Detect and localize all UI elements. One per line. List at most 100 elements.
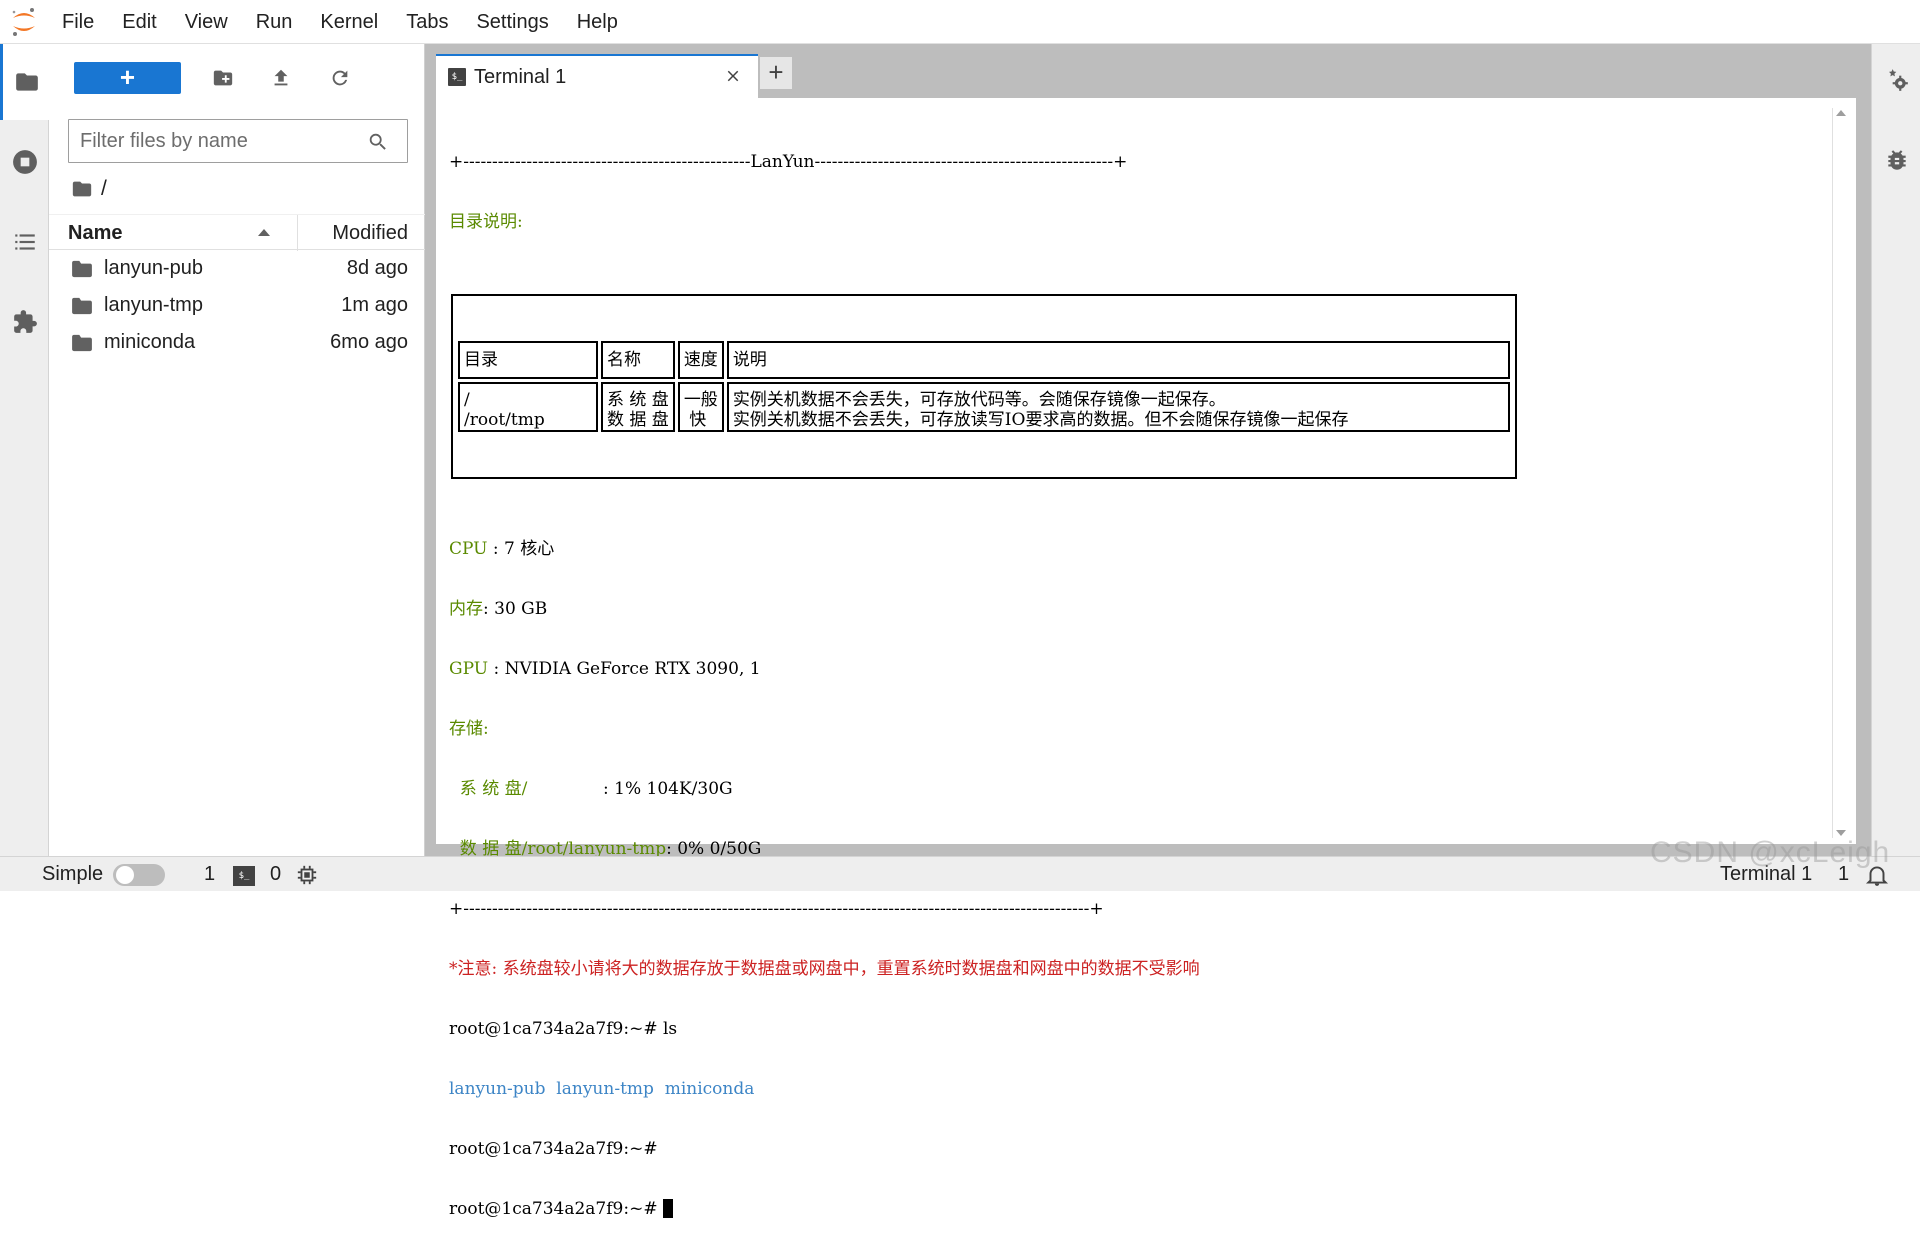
memory-line: 内存: 30 GB [449, 599, 1517, 619]
table-of-contents-tab-button[interactable] [0, 204, 49, 280]
file-list-header: Name Modified [49, 214, 425, 251]
property-inspector-icon [1888, 69, 1908, 91]
jupyter-logo-icon[interactable] [0, 0, 48, 44]
right-sidebar [1871, 44, 1920, 856]
file-row-miniconda[interactable]: miniconda 6mo ago [49, 325, 425, 362]
close-icon[interactable] [724, 67, 742, 85]
tab-bar: $_ Terminal 1 + [425, 44, 1871, 98]
refresh-button[interactable] [326, 64, 354, 92]
left-activity-bar [0, 44, 50, 856]
cpu-line: CPU : 7 核心 [449, 539, 1517, 559]
banner-border-top: +---------------------------------------… [449, 152, 1128, 172]
filter-box [68, 119, 408, 163]
menu-help[interactable]: Help [563, 0, 632, 44]
storage-notice: *注意: 系统盘较小请将大的数据存放于数据盘或网盘中，重置系统时数据盘和网盘中的… [449, 959, 1200, 979]
ls-entry-lanyun-tmp: lanyun-tmp [556, 1079, 654, 1099]
directory-table-header: 目录 名称 速度 说明 [458, 341, 1510, 379]
cell-speed: 一般 快 [677, 382, 724, 432]
cpu-label: CPU [449, 539, 488, 559]
file-modified: 8d ago [346, 257, 408, 279]
terminals-count[interactable]: 1 [204, 857, 215, 892]
menu-run[interactable]: Run [242, 0, 307, 44]
ls-output-line: lanyun-pub lanyun-tmp miniconda [449, 1079, 1517, 1099]
file-name: miniconda [104, 331, 196, 353]
simple-mode-label: Simple [42, 863, 104, 885]
file-modified: 1m ago [341, 294, 408, 316]
main-dock-area: $_ Terminal 1 + +-----------------------… [425, 44, 1871, 1219]
column-header-modified[interactable]: Modified [332, 215, 408, 251]
ls-entry-lanyun-pub: lanyun-pub [449, 1079, 546, 1099]
gpu-line: GPU : NVIDIA GeForce RTX 3090, 1 [449, 659, 1517, 679]
folder-icon [72, 334, 92, 352]
folder-icon [15, 73, 38, 91]
terminal-panel[interactable]: +---------------------------------------… [436, 98, 1856, 1219]
file-modified: 6mo ago [330, 331, 408, 353]
file-browser-toolbar: + [49, 44, 425, 112]
running-sessions-tab-button[interactable] [0, 124, 49, 200]
file-row-lanyun-tmp[interactable]: lanyun-tmp 1m ago [49, 288, 425, 325]
kernel-icon[interactable] [296, 864, 318, 886]
simple-mode-toggle[interactable] [113, 864, 165, 886]
memory-label: 内存 [449, 599, 483, 619]
kernels-count[interactable]: 0 [270, 857, 281, 892]
extension-manager-tab-button[interactable] [0, 284, 49, 360]
tab-label: Terminal 1 [474, 65, 567, 88]
running-icon [12, 150, 37, 174]
folder-icon [72, 260, 92, 278]
folder-icon [72, 181, 92, 197]
file-browser-panel: + / Name Modified lanyun-pub 8d ago [49, 44, 425, 856]
status-bar: Simple 1 $_ 0 Terminal 1 1 [0, 856, 1920, 891]
breadcrumb[interactable]: / [71, 174, 107, 204]
column-header-name-label: Name [68, 222, 123, 244]
breadcrumb-root[interactable]: / [101, 177, 107, 201]
terminal-scrollbar[interactable] [1832, 108, 1846, 838]
menu-bar: File Edit View Run Kernel Tabs Settings … [0, 0, 1920, 44]
file-name: lanyun-tmp [104, 294, 203, 316]
debugger-button[interactable] [1872, 130, 1920, 190]
prompt-line-current[interactable]: root@1ca734a2a7f9:~# [449, 1199, 1517, 1219]
filter-files-input[interactable] [69, 120, 359, 162]
new-folder-button[interactable] [209, 64, 237, 92]
directory-table-row: / /root/tmp 系 统 盘 数 据 盘 一般 快 实例关机数据不会丢失，… [458, 382, 1510, 432]
tab-terminal-1[interactable]: $_ Terminal 1 [436, 54, 758, 98]
ls-entry-miniconda: miniconda [664, 1079, 755, 1099]
new-launcher-button[interactable]: + [74, 62, 181, 94]
menu-file[interactable]: File [48, 0, 108, 44]
system-disk-label: 系 统 盘/ [449, 779, 528, 799]
prompt: root@1ca734a2a7f9:~# [449, 1199, 663, 1219]
prompt: root@1ca734a2a7f9:~# [449, 1019, 663, 1039]
new-tab-button[interactable]: + [759, 56, 793, 90]
cell-desc: 实例关机数据不会丢失，可存放代码等。会随保存镜像一起保存。 实例关机数据不会丢失… [726, 382, 1510, 432]
debugger-icon [1887, 150, 1906, 170]
refresh-icon [332, 70, 348, 86]
property-inspector-button[interactable] [1872, 50, 1920, 110]
scroll-up-icon[interactable] [1836, 110, 1846, 116]
upload-button[interactable] [267, 64, 295, 92]
command: ls [662, 1019, 678, 1039]
menu-tabs[interactable]: Tabs [392, 0, 462, 44]
file-row-lanyun-pub[interactable]: lanyun-pub 8d ago [49, 251, 425, 288]
menu-kernel[interactable]: Kernel [306, 0, 392, 44]
column-header-name[interactable]: Name [68, 215, 298, 251]
menu-view[interactable]: View [171, 0, 242, 44]
header-desc: 说明 [726, 341, 1510, 379]
gpu-label: GPU [449, 659, 489, 679]
prompt-line-empty: root@1ca734a2a7f9:~# [449, 1139, 658, 1159]
file-browser-tab-button[interactable] [0, 44, 50, 120]
storage-label: 存储: [449, 719, 489, 739]
folder-icon [72, 297, 92, 315]
menu-settings[interactable]: Settings [462, 0, 562, 44]
system-disk-value: : 1% 104K/30G [527, 779, 733, 799]
directory-table: 目录 名称 速度 说明 / /root/tmp 系 统 盘 数 据 盘 一般 快… [451, 294, 1517, 479]
file-list: lanyun-pub 8d ago lanyun-tmp 1m ago mini… [49, 251, 425, 362]
prompt-line-ls: root@1ca734a2a7f9:~# ls [449, 1019, 1517, 1039]
terminal-cursor [662, 1199, 673, 1218]
terminal-icon[interactable]: $_ [233, 866, 255, 886]
file-name: lanyun-pub [104, 257, 203, 279]
terminal-output[interactable]: +---------------------------------------… [449, 112, 1517, 1259]
cell-name: 系 统 盘 数 据 盘 [601, 382, 675, 432]
menu-edit[interactable]: Edit [108, 0, 170, 44]
upload-icon [274, 69, 288, 86]
memory-value: : 30 GB [483, 599, 548, 619]
cell-dir: / /root/tmp [458, 382, 598, 432]
